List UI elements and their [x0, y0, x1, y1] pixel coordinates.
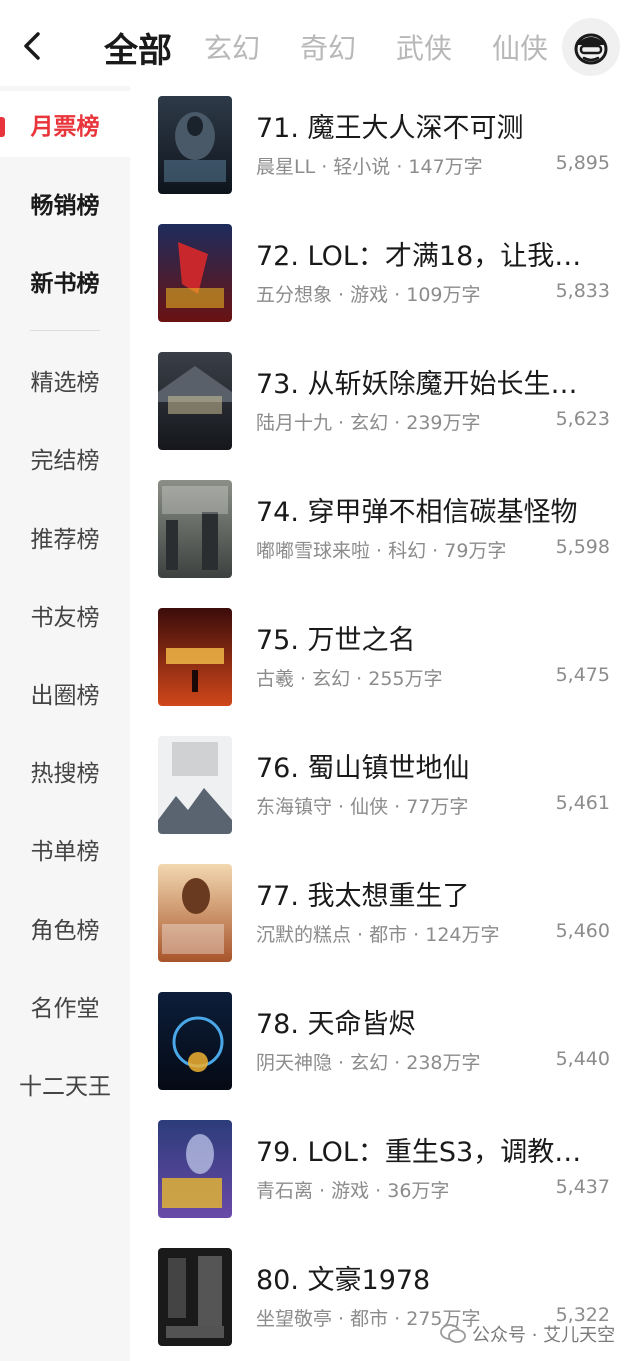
tab-wuxia[interactable]: 武侠 [396, 27, 452, 67]
sidebar-item-breakout[interactable]: 出圈榜 [0, 660, 130, 726]
sidebar-item-recommended[interactable]: 推荐榜 [0, 504, 130, 570]
book-row[interactable]: 76. 蜀山镇世地仙 东海镇守 · 仙侠 · 77万字 5,461 [130, 726, 640, 854]
tab-qihuan[interactable]: 奇幻 [300, 27, 356, 67]
watermark-text: 公众号 · 艾儿天空 [472, 1325, 616, 1346]
sidebar-item-completed[interactable]: 完结榜 [0, 425, 130, 491]
sidebar-item-new-books[interactable]: 新书榜 [0, 248, 130, 314]
book-title: 72. LOL：才满18，让我逆袭重生？ [256, 241, 602, 272]
tab-xuanhuan[interactable]: 玄幻 [204, 27, 260, 67]
sidebar-item-character[interactable]: 角色榜 [0, 895, 130, 961]
sidebar-item-booklist[interactable]: 书单榜 [0, 816, 130, 882]
ticket-count: 5,437 [555, 1176, 610, 1198]
book-title: 74. 穿甲弹不相信碳基怪物 [256, 497, 578, 528]
book-meta: 古羲 · 玄幻 · 255万字 [256, 668, 443, 690]
book-row[interactable]: 72. LOL：才满18，让我逆袭重生？ 五分想象 · 游戏 · 109万字 5… [130, 214, 640, 342]
sidebar-item-selected[interactable]: 精选榜 [0, 347, 130, 413]
category-tabs: 全部 玄幻 奇幻 武侠 仙侠 [104, 22, 588, 72]
ticket-count: 5,461 [555, 792, 610, 814]
book-cover [158, 608, 232, 706]
book-cover [158, 224, 232, 322]
top-bar: 全部 玄幻 奇幻 武侠 仙侠 [0, 0, 640, 92]
book-row[interactable]: 73. 从斩妖除魔开始长生不死 陆月十九 · 玄幻 · 239万字 5,623 [130, 342, 640, 470]
book-cover [158, 736, 232, 834]
sidebar-item-hot-search[interactable]: 热搜榜 [0, 738, 130, 804]
book-row[interactable]: 78. 天命皆烬 阴天神隐 · 玄幻 · 238万字 5,440 [130, 982, 640, 1110]
book-meta: 五分想象 · 游戏 · 109万字 [256, 284, 481, 306]
book-row[interactable]: 74. 穿甲弹不相信碳基怪物 嘟嘟雪球来啦 · 科幻 · 79万字 5,598 [130, 470, 640, 598]
sidebar-item-hall-of-fame[interactable]: 名作堂 [0, 973, 130, 1039]
book-title: 78. 天命皆烬 [256, 1009, 416, 1040]
tab-all[interactable]: 全部 [104, 23, 172, 72]
ticket-count: 5,460 [555, 920, 610, 942]
rank-sidebar: 月票榜 畅销榜 新书榜 精选榜 完结榜 推荐榜 书友榜 出圈榜 热搜榜 书单榜 … [0, 86, 130, 1361]
book-title: 73. 从斩妖除魔开始长生不死 [256, 369, 602, 400]
ticket-count: 5,440 [555, 1048, 610, 1070]
book-row[interactable]: 77. 我太想重生了 沉默的糕点 · 都市 · 124万字 5,460 [130, 854, 640, 982]
back-button[interactable] [14, 26, 50, 66]
wechat-icon [440, 1324, 466, 1343]
book-title: 79. LOL：重生S3，调教全联盟！ [256, 1137, 602, 1168]
ticket-count: 5,833 [555, 280, 610, 302]
book-meta: 陆月十九 · 玄幻 · 239万字 [256, 412, 481, 434]
ticket-count: 5,598 [555, 536, 610, 558]
ticket-count: 5,895 [555, 152, 610, 174]
avatar-button[interactable] [562, 18, 620, 76]
book-meta: 嘟嘟雪球来啦 · 科幻 · 79万字 [256, 540, 507, 562]
book-cover [158, 1248, 232, 1346]
book-title: 77. 我太想重生了 [256, 881, 470, 912]
book-cover [158, 992, 232, 1090]
book-cover [158, 1120, 232, 1218]
book-meta: 青石离 · 游戏 · 36万字 [256, 1180, 450, 1202]
book-cover [158, 96, 232, 194]
sidebar-divider [30, 330, 100, 331]
ticket-count: 5,475 [555, 664, 610, 686]
book-cover [158, 480, 232, 578]
back-arrow-icon [24, 32, 40, 60]
book-title: 75. 万世之名 [256, 625, 416, 656]
tab-xianxia[interactable]: 仙侠 [492, 27, 548, 67]
sidebar-item-reader-friends[interactable]: 书友榜 [0, 582, 130, 648]
account-watermark: 公众号 · 艾儿天空 [440, 1320, 615, 1348]
ticket-count: 5,623 [555, 408, 610, 430]
avatar-icon [574, 33, 608, 65]
book-meta: 沉默的糕点 · 都市 · 124万字 [256, 924, 500, 946]
book-cover [158, 352, 232, 450]
book-cover [158, 864, 232, 962]
book-meta: 阴天神隐 · 玄幻 · 238万字 [256, 1052, 481, 1074]
book-meta: 东海镇守 · 仙侠 · 77万字 [256, 796, 469, 818]
book-row[interactable]: 79. LOL：重生S3，调教全联盟！ 青石离 · 游戏 · 36万字 5,43… [130, 1110, 640, 1238]
book-title: 80. 文豪1978 [256, 1265, 431, 1296]
book-title: 71. 魔王大人深不可测 [256, 113, 524, 144]
sidebar-item-bestseller[interactable]: 畅销榜 [0, 170, 130, 236]
book-title: 76. 蜀山镇世地仙 [256, 753, 470, 784]
book-row[interactable]: 71. 魔王大人深不可测 晨星LL · 轻小说 · 147万字 5,895 [130, 86, 640, 214]
book-row[interactable]: 75. 万世之名 古羲 · 玄幻 · 255万字 5,475 [130, 598, 640, 726]
sidebar-item-monthly-ticket[interactable]: 月票榜 [0, 91, 130, 157]
sidebar-item-twelve-kings[interactable]: 十二天王 [0, 1051, 130, 1117]
book-rank-list: 71. 魔王大人深不可测 晨星LL · 轻小说 · 147万字 5,895 72… [130, 86, 640, 1361]
book-meta: 晨星LL · 轻小说 · 147万字 [256, 156, 483, 178]
